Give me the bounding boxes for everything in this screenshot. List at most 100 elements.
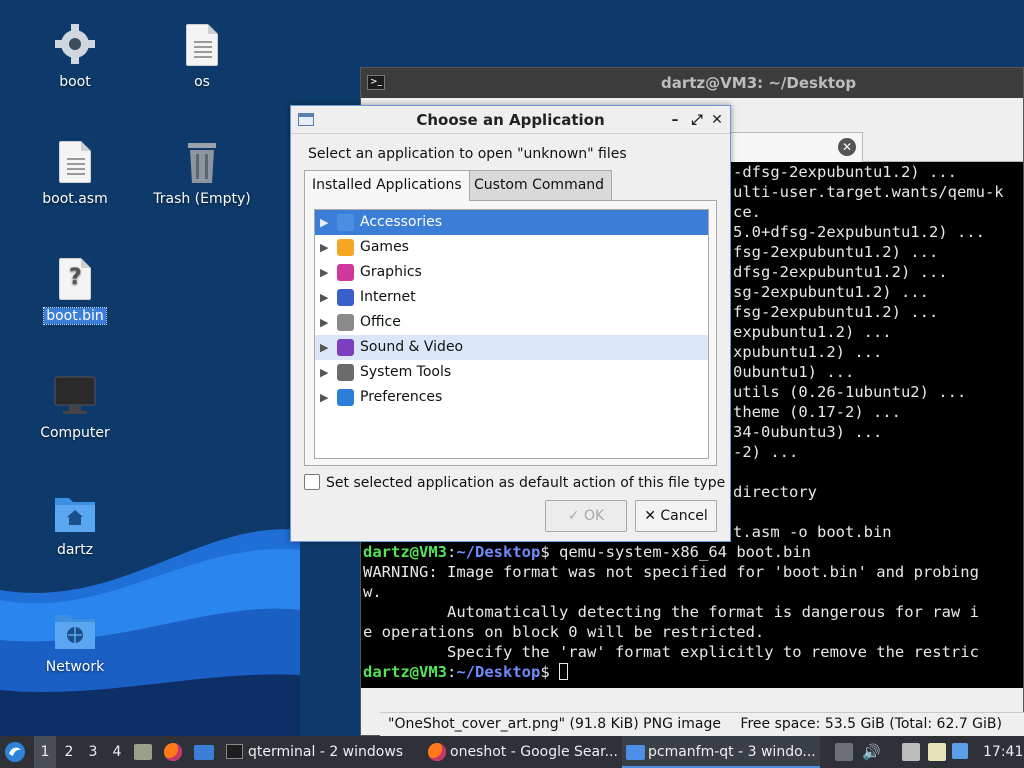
ok-button[interactable]: ✓ OK (545, 500, 627, 532)
expand-arrow-icon[interactable]: ▶ (320, 360, 328, 385)
dialog-titlebar[interactable]: Choose an Application – ⤢ ✕ (291, 106, 730, 134)
category-row[interactable]: ▶ Office (315, 310, 708, 335)
close-tab-icon[interactable]: ✕ (838, 138, 856, 156)
prompt-separator: : (447, 543, 457, 561)
terminal-tab[interactable]: ✕ (729, 132, 863, 162)
close-icon[interactable]: ✕ (707, 106, 727, 134)
tab-installed-applications[interactable]: Installed Applications (304, 170, 470, 201)
window-icon (298, 113, 314, 126)
expand-arrow-icon[interactable]: ▶ (320, 335, 328, 360)
taskbar: 1 2 3 4 qterminal - 2 windows oneshot - … (0, 736, 1024, 768)
desktop-icon-network[interactable]: Network (15, 607, 135, 675)
expand-arrow-icon[interactable]: ▶ (320, 310, 328, 335)
workspace-2[interactable]: 2 (58, 736, 80, 768)
desktop-icon-boot-asm[interactable]: boot.asm (15, 139, 135, 207)
category-label: System Tools (360, 364, 452, 380)
desktop-icon-label: boot (59, 74, 91, 90)
category-icon (337, 389, 354, 406)
category-icon (337, 364, 354, 381)
application-category-tree[interactable]: ▶ Accessories ▶ Games ▶ Graphics ▶ Internet ▶ Off… (314, 209, 709, 459)
terminal-line: WARNING: Image format was not specified … (363, 563, 979, 581)
category-label: Internet (360, 289, 416, 305)
category-row[interactable]: ▶ Preferences (315, 385, 708, 410)
firefox-icon (428, 743, 446, 761)
check-icon: ✓ (567, 508, 580, 524)
expand-arrow-icon[interactable]: ▶ (320, 260, 328, 285)
task-firefox[interactable]: oneshot - Google Sear... (424, 736, 620, 768)
maximize-icon[interactable]: ⤢ (687, 106, 707, 134)
desktop-icon-label: Computer (40, 425, 110, 441)
desktop-icon-boot-bin[interactable]: ? boot.bin (15, 256, 135, 325)
update-tray-icon[interactable] (952, 743, 968, 759)
expand-arrow-icon[interactable]: ▶ (320, 385, 328, 410)
prompt-user: dartz@VM3 (363, 663, 447, 681)
category-label: Sound & Video (360, 339, 464, 355)
desktop-icon-label: Trash (Empty) (153, 191, 251, 207)
default-action-checkbox[interactable] (304, 474, 320, 490)
firefox-launcher-icon[interactable] (164, 736, 184, 768)
category-icon (337, 339, 354, 356)
ok-label: OK (583, 508, 605, 524)
desktop-icon-label: boot.bin (43, 307, 107, 325)
cancel-button[interactable]: ✕ Cancel (635, 500, 717, 532)
tab-panel: ▶ Accessories ▶ Games ▶ Graphics ▶ Internet ▶ Off… (304, 200, 717, 466)
workspace-4[interactable]: 4 (106, 736, 128, 768)
network-tray-icon[interactable] (902, 743, 920, 761)
desktop-show-icon[interactable] (194, 736, 214, 768)
terminal-titlebar[interactable]: >_ dartz@VM3: ~/Desktop (361, 68, 1023, 98)
desktop-icon-trash[interactable]: Trash (Empty) (142, 139, 262, 207)
tray-arrow-icon[interactable] (835, 743, 853, 761)
category-row[interactable]: ▶ Graphics (315, 260, 708, 285)
prompt-separator: : (447, 663, 457, 681)
start-menu-button[interactable] (4, 736, 28, 768)
category-icon (337, 239, 354, 256)
home-folder-icon (51, 490, 99, 538)
desktop-icon-dartz[interactable]: dartz (15, 490, 135, 558)
clock[interactable]: 17:41 (983, 736, 1023, 768)
computer-icon (51, 373, 99, 421)
volume-icon[interactable]: 🔊 (862, 736, 882, 768)
network-folder-icon (51, 607, 99, 655)
category-row[interactable]: ▶ Internet (315, 285, 708, 310)
category-row[interactable]: ▶ System Tools (315, 360, 708, 385)
cancel-x-icon: ✕ (644, 508, 656, 524)
prompt-path: ~/Desktop (456, 663, 541, 681)
task-qterminal[interactable]: qterminal - 2 windows (222, 736, 418, 768)
terminal-cursor (559, 663, 569, 680)
desktop-icon-computer[interactable]: Computer (15, 373, 135, 441)
text-file-icon (178, 22, 226, 70)
expand-arrow-icon[interactable]: ▶ (320, 210, 328, 235)
category-row[interactable]: ▶ Sound & Video (315, 335, 708, 360)
choose-application-dialog[interactable]: Choose an Application – ⤢ ✕ Select an ap… (290, 105, 731, 542)
gear-icon (51, 22, 99, 70)
prompt-command: qemu-system-x86_64 boot.bin (549, 543, 811, 561)
clipboard-tray-icon[interactable] (928, 743, 946, 761)
expand-arrow-icon[interactable]: ▶ (320, 285, 328, 310)
workspace-3[interactable]: 3 (82, 736, 104, 768)
category-row[interactable]: ▶ Games (315, 235, 708, 260)
desktop-icon-label: Network (45, 659, 105, 675)
minimize-icon[interactable]: – (665, 106, 685, 134)
file-manager-statusbar: "OneShot_cover_art.png" (91.8 KiB) PNG i… (380, 712, 1024, 736)
tab-custom-command[interactable]: Custom Command (466, 170, 613, 200)
desktop-icon-os[interactable]: os (142, 22, 262, 90)
file-manager-launcher-icon[interactable] (134, 736, 154, 768)
trash-icon (178, 139, 226, 187)
default-action-checkbox-row[interactable]: Set selected application as default acti… (304, 474, 725, 491)
desktop-icon-boot[interactable]: boot (15, 22, 135, 90)
free-space-info: Free space: 53.5 GiB (Total: 62.7 GiB) (740, 716, 1002, 732)
workspace-1[interactable]: 1 (34, 736, 56, 768)
category-icon (337, 264, 354, 281)
expand-arrow-icon[interactable]: ▶ (320, 235, 328, 260)
desktop-icon-label: dartz (56, 542, 94, 558)
category-label: Graphics (360, 264, 422, 280)
category-label: Preferences (360, 389, 443, 405)
category-icon (337, 214, 354, 231)
dialog-title: Choose an Application (416, 111, 605, 129)
category-row[interactable]: ▶ Accessories (315, 210, 708, 235)
task-pcmanfm[interactable]: pcmanfm-qt - 3 windo... (622, 736, 820, 768)
default-action-label: Set selected application as default acti… (326, 475, 726, 491)
terminal-title: dartz@VM3: ~/Desktop (661, 74, 857, 92)
task-label: qterminal - 2 windows (248, 744, 404, 760)
desktop-icon-label: boot.asm (42, 191, 108, 207)
